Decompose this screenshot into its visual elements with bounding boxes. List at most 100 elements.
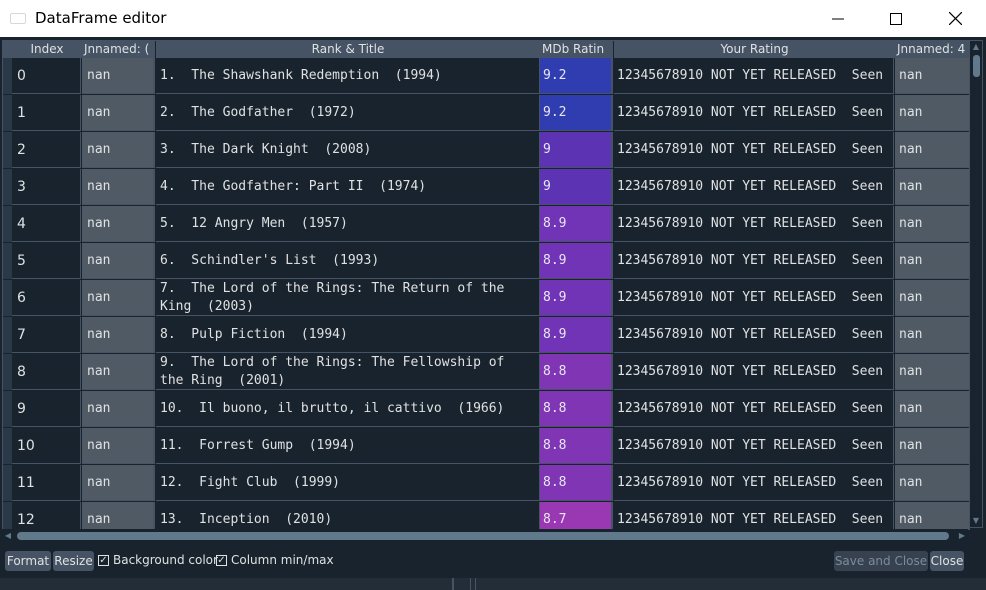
cell-unnamed-4[interactable]: nan: [895, 428, 969, 464]
cell-unnamed-0[interactable]: nan: [82, 502, 155, 529]
cell-your-rating[interactable]: 12345678910 NOT YET RELEASED Seen: [614, 132, 894, 168]
cell-index[interactable]: 5: [12, 243, 81, 279]
cell-your-rating[interactable]: 12345678910 NOT YET RELEASED Seen: [614, 58, 894, 94]
cell-unnamed-0[interactable]: nan: [82, 391, 155, 427]
cell-unnamed-4[interactable]: nan: [895, 243, 969, 279]
table-row[interactable]: 7 nan 8. Pulp Fiction (1994) 8.9 12345678910…: [3, 317, 969, 354]
header-rank-title[interactable]: Rank & Title: [156, 41, 541, 58]
cell-your-rating[interactable]: 12345678910 NOT YET RELEASED Seen: [614, 95, 894, 131]
cell-unnamed-4[interactable]: nan: [895, 502, 969, 529]
header-your-rating[interactable]: Your Rating: [614, 41, 896, 58]
cell-rank-title[interactable]: 3. The Dark Knight (2008): [156, 132, 540, 168]
cell-unnamed-0[interactable]: nan: [82, 428, 155, 464]
cell-index[interactable]: 6: [12, 280, 81, 316]
cell-unnamed-0[interactable]: nan: [82, 354, 155, 390]
cell-rank-title[interactable]: 11. Forrest Gump (1994): [156, 428, 540, 464]
cell-your-rating[interactable]: 12345678910 NOT YET RELEASED Seen: [614, 243, 894, 279]
cell-rank-title[interactable]: 5. 12 Angry Men (1957): [156, 206, 540, 242]
cell-unnamed-0[interactable]: nan: [82, 95, 155, 131]
cell-unnamed-4[interactable]: nan: [895, 206, 969, 242]
cell-imdb-rating[interactable]: 8.9: [540, 206, 613, 242]
dataframe-table[interactable]: Index Jnnamed: ( Rank & Title MDb Ratin …: [2, 40, 970, 530]
header-unnamed-4[interactable]: Jnnamed: 4: [895, 41, 969, 58]
cell-unnamed-0[interactable]: nan: [82, 465, 155, 501]
cell-imdb-rating[interactable]: 8.9: [540, 243, 613, 279]
cell-your-rating[interactable]: 12345678910 NOT YET RELEASED Seen: [614, 206, 894, 242]
cell-imdb-rating[interactable]: 8.9: [540, 280, 613, 316]
cell-unnamed-4[interactable]: nan: [895, 132, 969, 168]
close-window-button[interactable]: [926, 0, 984, 37]
cell-imdb-rating[interactable]: 8.8: [540, 465, 613, 501]
cell-imdb-rating[interactable]: 8.8: [540, 428, 613, 464]
cell-unnamed-4[interactable]: nan: [895, 354, 969, 390]
cell-imdb-rating[interactable]: 8.9: [540, 317, 613, 353]
cell-rank-title[interactable]: 2. The Godfather (1972): [156, 95, 540, 131]
cell-index[interactable]: 7: [12, 317, 81, 353]
table-row[interactable]: 11 nan 12. Fight Club (1999) 8.8 12345678910…: [3, 465, 969, 502]
cell-imdb-rating[interactable]: 9.2: [540, 58, 613, 94]
header-index[interactable]: Index: [12, 41, 83, 58]
scroll-down-icon[interactable]: ▼: [970, 516, 982, 526]
save-and-close-button[interactable]: Save and Close: [834, 551, 928, 571]
cell-rank-title[interactable]: 1. The Shawshank Redemption (1994): [156, 58, 540, 94]
table-row[interactable]: 2 nan 3. The Dark Knight (2008) 9 1234567891…: [3, 132, 969, 169]
cell-your-rating[interactable]: 12345678910 NOT YET RELEASED Seen: [614, 502, 894, 529]
cell-imdb-rating[interactable]: 9: [540, 132, 613, 168]
cell-unnamed-4[interactable]: nan: [895, 391, 969, 427]
cell-imdb-rating[interactable]: 8.8: [540, 391, 613, 427]
background-color-checkbox[interactable]: ✓ Background color: [98, 553, 218, 567]
minimize-button[interactable]: [809, 0, 867, 37]
cell-unnamed-4[interactable]: nan: [895, 95, 969, 131]
cell-unnamed-4[interactable]: nan: [895, 317, 969, 353]
cell-unnamed-4[interactable]: nan: [895, 465, 969, 501]
cell-unnamed-0[interactable]: nan: [82, 206, 155, 242]
cell-imdb-rating[interactable]: 8.8: [540, 354, 613, 390]
cell-imdb-rating[interactable]: 9.2: [540, 95, 613, 131]
vertical-scrollbar[interactable]: ▲ ▼: [969, 40, 983, 528]
cell-your-rating[interactable]: 12345678910 NOT YET RELEASED Seen: [614, 354, 894, 390]
cell-your-rating[interactable]: 12345678910 NOT YET RELEASED Seen: [614, 169, 894, 205]
cell-index[interactable]: 12: [12, 502, 81, 529]
checkbox-checked-icon[interactable]: ✓: [216, 554, 227, 566]
cell-unnamed-4[interactable]: nan: [895, 58, 969, 94]
vertical-scroll-handle[interactable]: [973, 55, 980, 77]
cell-rank-title[interactable]: 9. The Lord of the Rings: The Fellowship…: [156, 354, 540, 390]
cell-unnamed-0[interactable]: nan: [82, 243, 155, 279]
cell-your-rating[interactable]: 12345678910 NOT YET RELEASED Seen: [614, 391, 894, 427]
cell-your-rating[interactable]: 12345678910 NOT YET RELEASED Seen: [614, 280, 894, 316]
cell-imdb-rating[interactable]: 8.7: [540, 502, 613, 529]
cell-unnamed-4[interactable]: nan: [895, 169, 969, 205]
cell-unnamed-4[interactable]: nan: [895, 280, 969, 316]
cell-unnamed-0[interactable]: nan: [82, 317, 155, 353]
cell-rank-title[interactable]: 8. Pulp Fiction (1994): [156, 317, 540, 353]
cell-your-rating[interactable]: 12345678910 NOT YET RELEASED Seen: [614, 428, 894, 464]
cell-your-rating[interactable]: 12345678910 NOT YET RELEASED Seen: [614, 317, 894, 353]
cell-unnamed-0[interactable]: nan: [82, 132, 155, 168]
cell-your-rating[interactable]: 12345678910 NOT YET RELEASED Seen: [614, 465, 894, 501]
scroll-up-icon[interactable]: ▲: [970, 42, 982, 52]
cell-rank-title[interactable]: 12. Fight Club (1999): [156, 465, 540, 501]
table-row[interactable]: 12 nan 13. Inception (2010) 8.7 12345678910 …: [3, 502, 969, 529]
table-row[interactable]: 10 nan 11. Forrest Gump (1994) 8.8 123456789…: [3, 428, 969, 465]
cell-index[interactable]: 4: [12, 206, 81, 242]
table-row[interactable]: 8 nan 9. The Lord of the Rings: The Fellow…: [3, 354, 969, 391]
cell-index[interactable]: 10: [12, 428, 81, 464]
cell-unnamed-0[interactable]: nan: [82, 169, 155, 205]
cell-index[interactable]: 3: [12, 169, 81, 205]
cell-index[interactable]: 2: [12, 132, 81, 168]
table-row[interactable]: 0 nan 1. The Shawshank Redemption (1994) 9.…: [3, 58, 969, 95]
cell-unnamed-0[interactable]: nan: [82, 280, 155, 316]
table-row[interactable]: 9 nan 10. Il buono, il brutto, il cattivo …: [3, 391, 969, 428]
column-minmax-checkbox[interactable]: ✓ Column min/max: [216, 553, 334, 567]
cell-rank-title[interactable]: 7. The Lord of the Rings: The Return of …: [156, 280, 540, 316]
cell-unnamed-0[interactable]: nan: [82, 58, 155, 94]
horizontal-scroll-handle[interactable]: [17, 532, 949, 540]
cell-rank-title[interactable]: 10. Il buono, il brutto, il cattivo (196…: [156, 391, 540, 427]
table-row[interactable]: 4 nan 5. 12 Angry Men (1957) 8.9 12345678910…: [3, 206, 969, 243]
cell-index[interactable]: 9: [12, 391, 81, 427]
cell-rank-title[interactable]: 4. The Godfather: Part II (1974): [156, 169, 540, 205]
header-unnamed-0[interactable]: Jnnamed: (: [82, 41, 156, 58]
cell-rank-title[interactable]: 6. Schindler's List (1993): [156, 243, 540, 279]
cell-index[interactable]: 11: [12, 465, 81, 501]
table-row[interactable]: 1 nan 2. The Godfather (1972) 9.2 1234567891…: [3, 95, 969, 132]
